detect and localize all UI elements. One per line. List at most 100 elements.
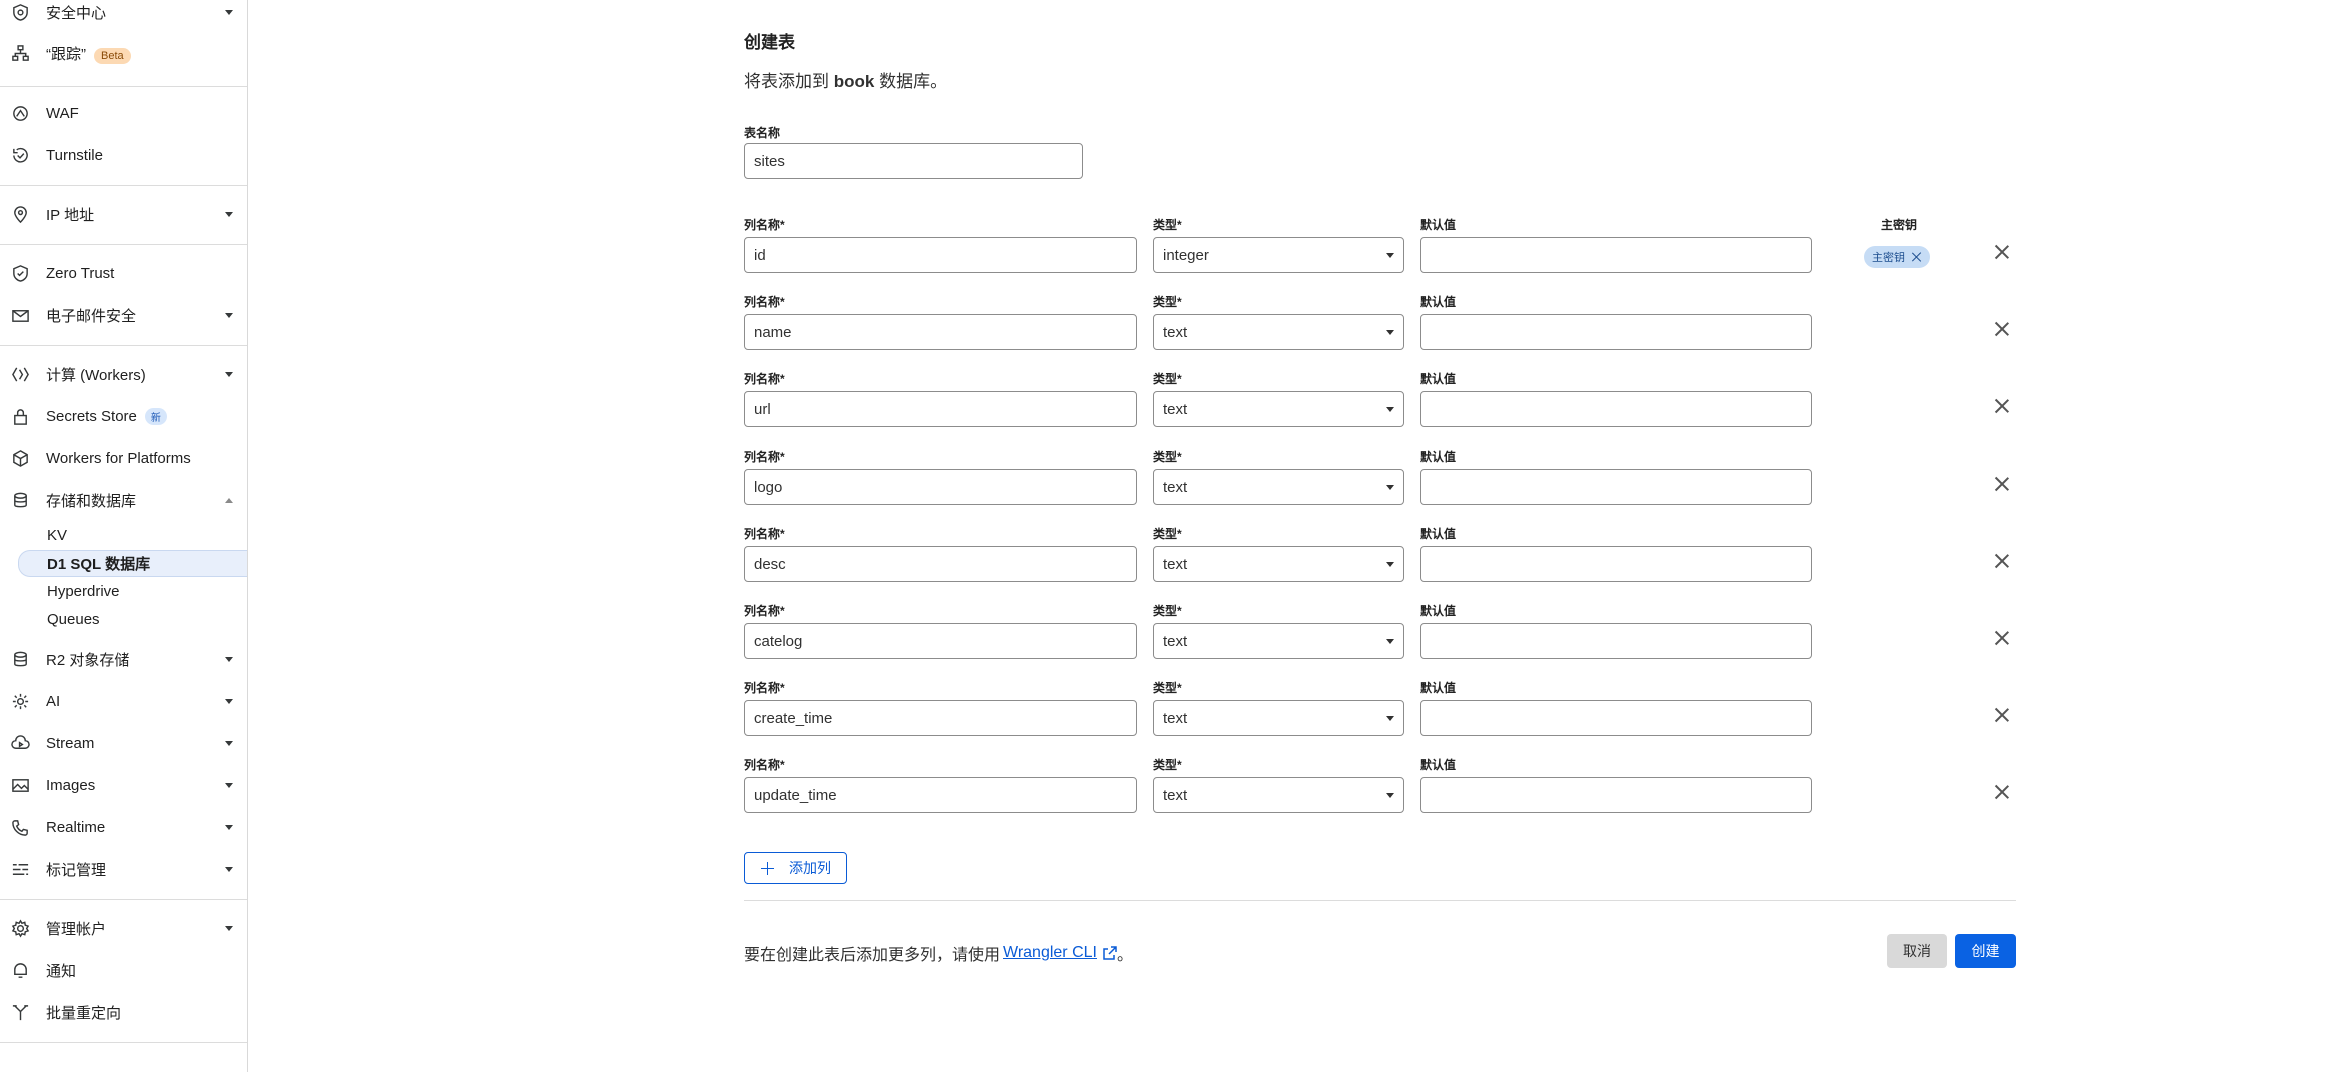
sidebar-item-label: Stream xyxy=(46,734,95,752)
chevron-down-icon[interactable] xyxy=(225,782,233,788)
column-default-input[interactable] xyxy=(1420,700,1812,736)
wrangler-cli-link[interactable]: Wrangler CLI xyxy=(1003,944,1097,962)
sidebar-subitem-d1[interactable]: D1 SQL 数据库 xyxy=(18,550,247,577)
column-type-select[interactable]: text xyxy=(1153,777,1404,813)
sidebar-item-images[interactable]: Images xyxy=(0,768,247,802)
ai-icon xyxy=(10,691,30,711)
sidebar-item-tags[interactable]: 标记管理 xyxy=(0,852,247,886)
divider xyxy=(0,185,247,186)
external-link-icon[interactable] xyxy=(1103,946,1117,960)
sidebar-item-label: 存储和数据库 xyxy=(46,492,137,510)
remove-column-icon[interactable] xyxy=(1994,398,2010,414)
chevron-down-icon[interactable] xyxy=(225,698,233,704)
sidebar-item-workers[interactable]: 计算 (Workers) xyxy=(0,357,247,391)
sidebar-item-security[interactable]: 安全中心 xyxy=(0,0,247,29)
footer-hint: 要在创建此表后添加更多列，请使用 Wrangler CLI 。 xyxy=(744,941,1133,965)
column-default-input[interactable] xyxy=(1420,237,1812,273)
remove-column-icon[interactable] xyxy=(1994,630,2010,646)
sidebar-item-storage[interactable]: 存储和数据库 xyxy=(0,483,247,517)
column-type-select[interactable]: text xyxy=(1153,700,1404,736)
column-name-input[interactable]: create_time xyxy=(744,700,1137,736)
sidebar-item-notify[interactable]: 通知 xyxy=(0,953,247,987)
chevron-down-icon[interactable] xyxy=(225,211,233,217)
chevron-down-icon[interactable] xyxy=(225,312,233,318)
storage-icon xyxy=(10,649,30,669)
sidebar-item-waf[interactable]: WAF xyxy=(0,96,247,130)
sidebar-item-label: 管理帐户 xyxy=(46,920,107,938)
sitemap-icon xyxy=(10,43,30,63)
column-type-value: text xyxy=(1163,632,1188,650)
remove-column-icon[interactable] xyxy=(1994,707,2010,723)
add-column-button[interactable]: 添加列 xyxy=(744,852,847,884)
chevron-down-icon[interactable] xyxy=(225,866,233,872)
sidebar-item-ai[interactable]: AI xyxy=(0,684,247,718)
remove-column-icon[interactable] xyxy=(1994,244,2010,260)
cancel-button[interactable]: 取消 xyxy=(1887,934,1947,968)
sidebar-subitem-hyperdrive[interactable]: Hyperdrive xyxy=(18,578,247,605)
sidebar-item-redirect[interactable]: 批量重定向 xyxy=(0,995,247,1029)
column-name-input[interactable]: update_time xyxy=(744,777,1137,813)
turnstile-icon xyxy=(10,145,30,165)
sidebar-item-account[interactable]: 管理帐户 xyxy=(0,911,247,945)
column-type-select[interactable]: integer xyxy=(1153,237,1404,273)
sidebar-item-trace[interactable]: “跟踪” Beta xyxy=(0,36,247,70)
close-icon[interactable] xyxy=(1912,252,1922,262)
column-default-input[interactable] xyxy=(1420,777,1812,813)
column-name-input[interactable]: id xyxy=(744,237,1137,273)
phone-icon xyxy=(10,817,30,837)
sidebar-item-secrets[interactable]: Secrets Store 新 xyxy=(0,399,247,433)
chevron-down-icon xyxy=(1386,330,1394,335)
database-icon xyxy=(10,490,30,510)
remove-column-icon[interactable] xyxy=(1994,553,2010,569)
sidebar-item-r2[interactable]: R2 对象存储 xyxy=(0,642,247,676)
column-default-input[interactable] xyxy=(1420,314,1812,350)
column-default-label: 默认值 xyxy=(1420,527,1457,541)
create-button[interactable]: 创建 xyxy=(1955,934,2016,968)
column-type-select[interactable]: text xyxy=(1153,391,1404,427)
sidebar-item-label: R2 对象存储 xyxy=(46,651,130,669)
column-type-select[interactable]: text xyxy=(1153,469,1404,505)
sidebar-subitem-kv[interactable]: KV xyxy=(18,522,247,549)
sidebar-item-email[interactable]: 电子邮件安全 xyxy=(0,298,247,332)
chevron-down-icon[interactable] xyxy=(225,824,233,830)
chevron-down-icon[interactable] xyxy=(225,740,233,746)
column-default-label: 默认值 xyxy=(1420,295,1457,309)
sidebar-item-turnstile[interactable]: Turnstile xyxy=(0,138,247,172)
chevron-down-icon[interactable] xyxy=(225,925,233,931)
column-name-label: 列名称* xyxy=(744,604,785,618)
column-name-input[interactable]: logo xyxy=(744,469,1137,505)
cloud-play-icon xyxy=(10,733,30,753)
sidebar-item-label: Workers for Platforms xyxy=(46,449,191,467)
column-default-input[interactable] xyxy=(1420,469,1812,505)
sidebar-item-zerotrust[interactable]: Zero Trust xyxy=(0,256,247,290)
chevron-down-icon[interactable] xyxy=(225,9,233,15)
sidebar-item-label: 计算 (Workers) xyxy=(46,366,146,384)
remove-column-icon[interactable] xyxy=(1994,321,2010,337)
column-default-input[interactable] xyxy=(1420,546,1812,582)
sidebar-item-stream[interactable]: Stream xyxy=(0,726,247,760)
chevron-up-icon[interactable] xyxy=(225,497,233,503)
chevron-down-icon[interactable] xyxy=(225,371,233,377)
primary-key-chip[interactable]: 主密钥 xyxy=(1864,246,1930,268)
column-name-input[interactable]: url xyxy=(744,391,1137,427)
chevron-down-icon[interactable] xyxy=(225,656,233,662)
sidebar-subitem-queues[interactable]: Queues xyxy=(18,606,247,633)
column-type-label: 类型* xyxy=(1153,758,1182,772)
column-name-input[interactable]: desc xyxy=(744,546,1137,582)
sidebar-item-label: Turnstile xyxy=(46,146,103,164)
sidebar-item-ip[interactable]: IP 地址 xyxy=(0,197,247,231)
remove-column-icon[interactable] xyxy=(1994,476,2010,492)
sidebar-item-label: 安全中心 xyxy=(46,4,107,22)
column-name-input[interactable]: catelog xyxy=(744,623,1137,659)
column-default-input[interactable] xyxy=(1420,623,1812,659)
sidebar: 安全中心 “跟踪” Beta WAF Turnstile IP 地址 Zero T… xyxy=(0,0,248,1072)
table-name-input[interactable]: sites xyxy=(744,143,1083,179)
column-type-select[interactable]: text xyxy=(1153,623,1404,659)
column-default-input[interactable] xyxy=(1420,391,1812,427)
sidebar-item-realtime[interactable]: Realtime xyxy=(0,810,247,844)
column-name-input[interactable]: name xyxy=(744,314,1137,350)
column-type-select[interactable]: text xyxy=(1153,546,1404,582)
remove-column-icon[interactable] xyxy=(1994,784,2010,800)
column-type-select[interactable]: text xyxy=(1153,314,1404,350)
sidebar-item-platforms[interactable]: Workers for Platforms xyxy=(0,441,247,475)
